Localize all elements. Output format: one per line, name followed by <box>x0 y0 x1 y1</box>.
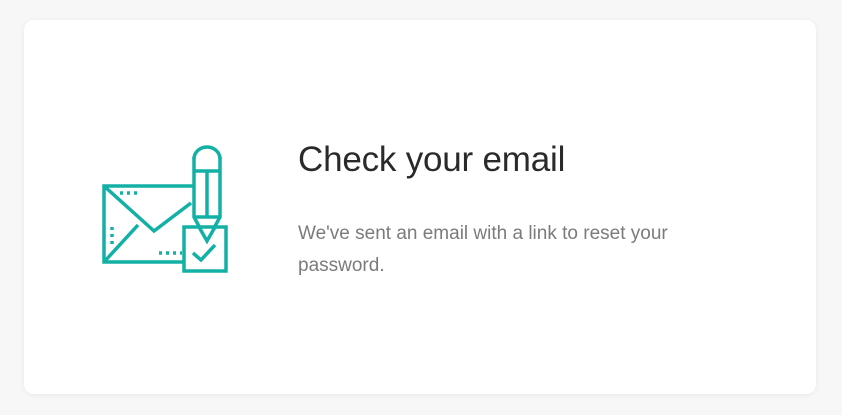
envelope-pencil-check-icon <box>102 143 234 275</box>
page-title: Check your email <box>298 140 566 179</box>
reset-confirmation-card: Check your email We've sent an email wit… <box>24 20 816 394</box>
message-content: Check your email We've sent an email wit… <box>298 138 718 282</box>
confirmation-message: We've sent an email with a link to reset… <box>298 223 668 276</box>
